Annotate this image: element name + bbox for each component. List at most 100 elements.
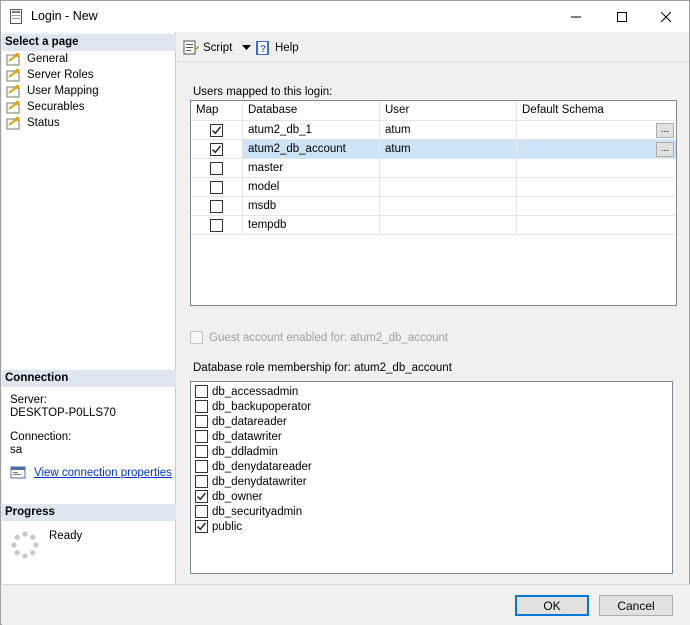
role-checkbox[interactable] xyxy=(195,385,208,398)
table-row[interactable]: atum2_db_account atum... xyxy=(191,140,676,159)
role-list-item[interactable]: db_backupoperator xyxy=(195,399,311,414)
role-label: db_denydatareader xyxy=(212,460,312,473)
role-checkbox[interactable] xyxy=(195,520,208,533)
page-item-server-roles[interactable]: Server Roles xyxy=(6,67,93,83)
role-list-item[interactable]: db_accessadmin xyxy=(195,384,298,399)
page-item-user-mapping[interactable]: User Mapping xyxy=(6,83,99,99)
user-mapping-grid[interactable]: Map Database User Default Schema atum2_d… xyxy=(190,100,677,306)
default-schema-cell[interactable] xyxy=(517,216,676,235)
role-list-item[interactable]: db_securityadmin xyxy=(195,504,302,519)
table-row[interactable]: msdb xyxy=(191,197,676,216)
title-bar: Login - New xyxy=(1,1,689,32)
role-label: db_accessadmin xyxy=(212,385,299,398)
default-schema-cell[interactable] xyxy=(517,159,676,178)
column-header-default-schema[interactable]: Default Schema xyxy=(517,101,676,121)
progress-spinner-icon xyxy=(11,531,39,559)
view-connection-properties-link[interactable]: View connection properties xyxy=(34,467,172,479)
default-schema-browse-button[interactable]: ... xyxy=(656,142,674,157)
user-cell[interactable] xyxy=(380,197,517,216)
role-label: db_owner xyxy=(212,490,263,503)
role-checkbox[interactable] xyxy=(195,400,208,413)
column-header-database[interactable]: Database xyxy=(243,101,380,121)
map-cell xyxy=(191,197,243,216)
page-item-general[interactable]: General xyxy=(6,51,68,67)
user-cell[interactable] xyxy=(380,159,517,178)
role-list-item[interactable]: db_ddladmin xyxy=(195,444,278,459)
user-cell[interactable]: atum xyxy=(380,140,517,159)
map-checkbox[interactable] xyxy=(210,200,223,213)
left-pane: Select a page General Server Roles User … xyxy=(2,32,176,584)
cancel-button[interactable]: Cancel xyxy=(599,595,673,616)
role-list-item[interactable]: db_denydatawriter xyxy=(195,474,307,489)
help-label: Help xyxy=(275,42,299,54)
default-schema-cell[interactable] xyxy=(517,197,676,216)
maximize-icon xyxy=(617,11,627,22)
map-checkbox[interactable] xyxy=(210,162,223,175)
close-icon xyxy=(661,11,671,22)
map-checkbox[interactable] xyxy=(210,181,223,194)
guest-account-checkbox[interactable] xyxy=(190,331,203,344)
grid-header: Map Database User Default Schema xyxy=(191,101,676,121)
table-row[interactable]: model xyxy=(191,178,676,197)
column-header-map[interactable]: Map xyxy=(191,101,243,121)
role-checkbox[interactable] xyxy=(195,430,208,443)
database-cell[interactable]: master xyxy=(243,159,380,178)
minimize-button[interactable] xyxy=(553,1,599,32)
role-checkbox[interactable] xyxy=(195,505,208,518)
wrench-page-icon xyxy=(6,101,20,114)
role-membership-label: Database role membership for: atum2_db_a… xyxy=(193,362,452,374)
database-cell[interactable]: atum2_db_1 xyxy=(243,121,380,140)
close-button[interactable] xyxy=(643,1,689,32)
role-list-item[interactable]: public xyxy=(195,519,242,534)
role-label: db_backupoperator xyxy=(212,400,312,413)
connection-label: Connection: xyxy=(10,431,72,443)
dialog-button-bar: OK Cancel xyxy=(2,584,690,625)
map-checkbox[interactable] xyxy=(210,219,223,232)
role-list-item[interactable]: db_datawriter xyxy=(195,429,282,444)
role-checkbox[interactable] xyxy=(195,445,208,458)
default-schema-cell[interactable] xyxy=(517,121,676,140)
user-cell[interactable] xyxy=(380,216,517,235)
minimize-icon xyxy=(571,16,581,17)
checkmark-icon xyxy=(212,126,222,135)
map-cell xyxy=(191,216,243,235)
role-list-item[interactable]: db_datareader xyxy=(195,414,287,429)
select-page-header: Select a page xyxy=(2,34,176,51)
page-item-status[interactable]: Status xyxy=(6,115,60,131)
database-login-icon xyxy=(10,9,22,24)
role-list-item[interactable]: db_denydatareader xyxy=(195,459,312,474)
role-checkbox[interactable] xyxy=(195,460,208,473)
column-header-user[interactable]: User xyxy=(380,101,517,121)
database-cell[interactable]: model xyxy=(243,178,380,197)
progress-status: Ready xyxy=(49,530,83,542)
connection-properties-icon xyxy=(10,466,26,479)
maximize-button[interactable] xyxy=(599,1,645,32)
role-membership-list[interactable]: db_accessadmin db_backupoperator db_datare… xyxy=(190,381,673,574)
table-row[interactable]: master xyxy=(191,159,676,178)
database-cell[interactable]: atum2_db_account xyxy=(243,140,380,159)
guest-account-label: Guest account enabled for: atum2_db_acco… xyxy=(209,331,449,344)
user-cell[interactable] xyxy=(380,178,517,197)
help-button[interactable]: ? Help xyxy=(255,40,299,56)
ok-button[interactable]: OK xyxy=(515,595,589,616)
table-row[interactable]: tempdb xyxy=(191,216,676,235)
default-schema-cell[interactable] xyxy=(517,140,676,159)
page-item-securables[interactable]: Securables xyxy=(6,99,85,115)
page-item-label: Status xyxy=(27,117,60,129)
role-checkbox[interactable] xyxy=(195,415,208,428)
script-button[interactable]: Script xyxy=(183,40,252,55)
database-cell[interactable]: tempdb xyxy=(243,216,380,235)
page-item-label: Securables xyxy=(27,101,85,113)
default-schema-cell[interactable] xyxy=(517,178,676,197)
map-checkbox[interactable] xyxy=(210,143,223,156)
role-checkbox[interactable] xyxy=(195,490,208,503)
user-cell[interactable]: atum xyxy=(380,121,517,140)
role-checkbox[interactable] xyxy=(195,475,208,488)
map-checkbox[interactable] xyxy=(210,124,223,137)
database-cell[interactable]: msdb xyxy=(243,197,380,216)
chevron-down-icon xyxy=(242,44,252,50)
wrench-page-icon xyxy=(6,117,20,130)
role-list-item[interactable]: db_owner xyxy=(195,489,263,504)
table-row[interactable]: atum2_db_1 atum... xyxy=(191,121,676,140)
default-schema-browse-button[interactable]: ... xyxy=(656,123,674,138)
